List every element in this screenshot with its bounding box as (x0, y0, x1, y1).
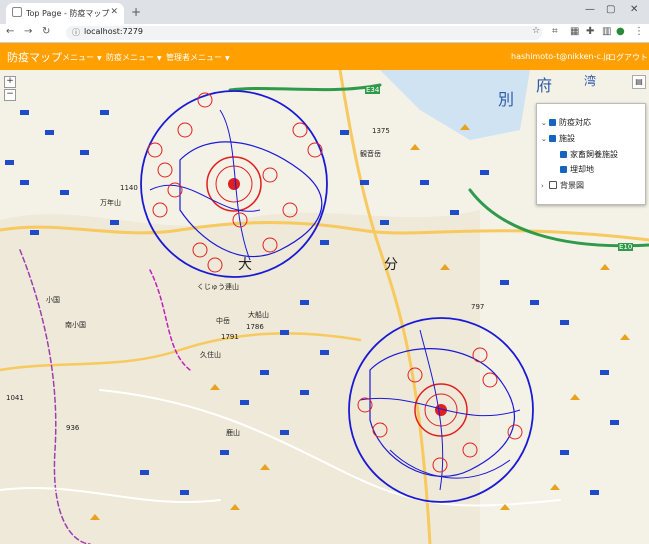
layer-label: 施設 (559, 134, 575, 143)
admin-menu-dropdown[interactable]: 管理者メニュー ▼ (166, 52, 230, 63)
logout-link[interactable]: ログアウト (608, 52, 648, 63)
layer-label: 防疫対応 (559, 118, 591, 127)
map-label: 1791 (221, 333, 239, 341)
layer-row[interactable]: ⌄ 施設 (541, 133, 575, 144)
app-navbar: 防疫マップ メニュー ▼ 防疫メニュー ▼ 管理者メニュー ▼ hashimoto-t… (0, 43, 649, 70)
info-icon[interactable]: ⓘ (72, 27, 80, 38)
tab-title: Top Page - 防疫マップ (26, 9, 110, 18)
browser-toolbar: ← → ↻ ⓘ localhost:7279 ☆ ⌗ ▦ ✚ ▥ ● ⋮ (0, 24, 649, 43)
layer-row[interactable]: 埋却地 (560, 164, 594, 175)
checkbox-checked[interactable] (560, 151, 567, 158)
caret-down-icon: ▼ (157, 55, 162, 62)
map-label: 936 (66, 424, 80, 432)
star-icon[interactable]: ☆ (532, 26, 540, 36)
map-label: 大船山 (248, 311, 269, 319)
map-label: 南小国 (65, 321, 86, 329)
extensions-icon[interactable]: ✚ (586, 26, 594, 37)
zoom-out-button[interactable]: − (4, 89, 16, 101)
map-label: くじゅう連山 (197, 283, 239, 291)
layer-row[interactable]: › 背景図 (541, 180, 584, 191)
layer-label: 家畜飼養施設 (570, 150, 618, 159)
map-label: 大 (238, 257, 252, 273)
map-label: E10 (618, 243, 634, 251)
menu-label: 防疫メニュー (106, 53, 154, 62)
bouei-menu-dropdown[interactable]: 防疫メニュー ▼ (106, 52, 162, 63)
zoom-in-button[interactable]: + (4, 76, 16, 88)
map-label: 湾 (584, 74, 597, 88)
map-label: 別 (498, 90, 515, 109)
profile-avatar-icon[interactable]: ● (616, 26, 625, 37)
map-label: 久住山 (200, 351, 221, 359)
outbreak-point-1[interactable] (228, 178, 240, 190)
chevron-down-icon[interactable]: ⌄ (541, 135, 549, 143)
close-window-icon[interactable]: ✕ (630, 4, 638, 15)
caret-down-icon: ▼ (225, 55, 230, 62)
browser-tab-strip: Top Page - 防疫マップ ✕ + — ▢ ✕ (0, 0, 649, 24)
address-bar[interactable]: ⓘ localhost:7279 (66, 26, 542, 40)
maximize-icon[interactable]: ▢ (606, 4, 615, 15)
apps-icon[interactable]: ▦ (570, 26, 579, 37)
page-favicon-icon (12, 7, 22, 17)
close-tab-icon[interactable]: ✕ (110, 7, 118, 17)
layer-row[interactable]: ⌄ 防疫対応 (541, 117, 591, 128)
map-label: 分 (384, 257, 398, 273)
map-label: 鹿山 (226, 429, 240, 437)
layer-label: 埋却地 (570, 165, 594, 174)
map-label: 府 (536, 76, 553, 95)
map-label: 1140 (120, 184, 138, 192)
browser-tab[interactable]: Top Page - 防疫マップ ✕ (6, 3, 124, 24)
layer-control-panel: ⌄ 防疫対応 ⌄ 施設 家畜飼養施設 埋却地 › 背景図 (536, 103, 646, 205)
url-text: localhost:7279 (84, 27, 143, 36)
map-label: 万年山 (100, 199, 121, 207)
checkbox-checked[interactable] (549, 119, 556, 126)
new-tab-icon[interactable]: + (131, 5, 141, 19)
menu-label: 管理者メニュー (166, 53, 222, 62)
map-label: 797 (471, 303, 485, 311)
map-label: 1041 (6, 394, 24, 402)
map-label: 1375 (372, 127, 390, 135)
checkbox-unchecked[interactable] (549, 181, 557, 189)
chevron-down-icon[interactable]: ⌄ (541, 119, 549, 127)
reload-icon[interactable]: ↻ (42, 26, 50, 37)
screenshot-icon[interactable]: ⌗ (552, 26, 558, 37)
layer-row[interactable]: 家畜飼養施設 (560, 149, 618, 160)
map-label: 1786 (246, 323, 264, 331)
map-label: 観音岳 (360, 150, 381, 158)
app-brand[interactable]: 防疫マップ (7, 49, 62, 65)
more-icon[interactable]: ⋮ (634, 26, 644, 37)
checkbox-checked[interactable] (549, 135, 556, 142)
user-email: hashimoto-t@nikken-c.jp (511, 52, 611, 61)
caret-down-icon: ▼ (97, 55, 102, 62)
layer-label: 背景図 (560, 181, 584, 190)
layers-icon[interactable]: ▤ (632, 75, 646, 89)
back-icon[interactable]: ← (6, 26, 14, 37)
map-label: 小国 (46, 296, 60, 304)
chevron-right-icon[interactable]: › (541, 182, 549, 190)
menu-dropdown[interactable]: メニュー ▼ (62, 52, 102, 63)
map-label: E34 (365, 86, 381, 94)
forward-icon[interactable]: → (24, 26, 32, 37)
minimize-icon[interactable]: — (585, 4, 595, 15)
checkbox-checked[interactable] (560, 166, 567, 173)
sidebar-icon[interactable]: ▥ (602, 26, 611, 37)
map-label: 中岳 (216, 317, 230, 325)
menu-label: メニュー (62, 53, 94, 62)
